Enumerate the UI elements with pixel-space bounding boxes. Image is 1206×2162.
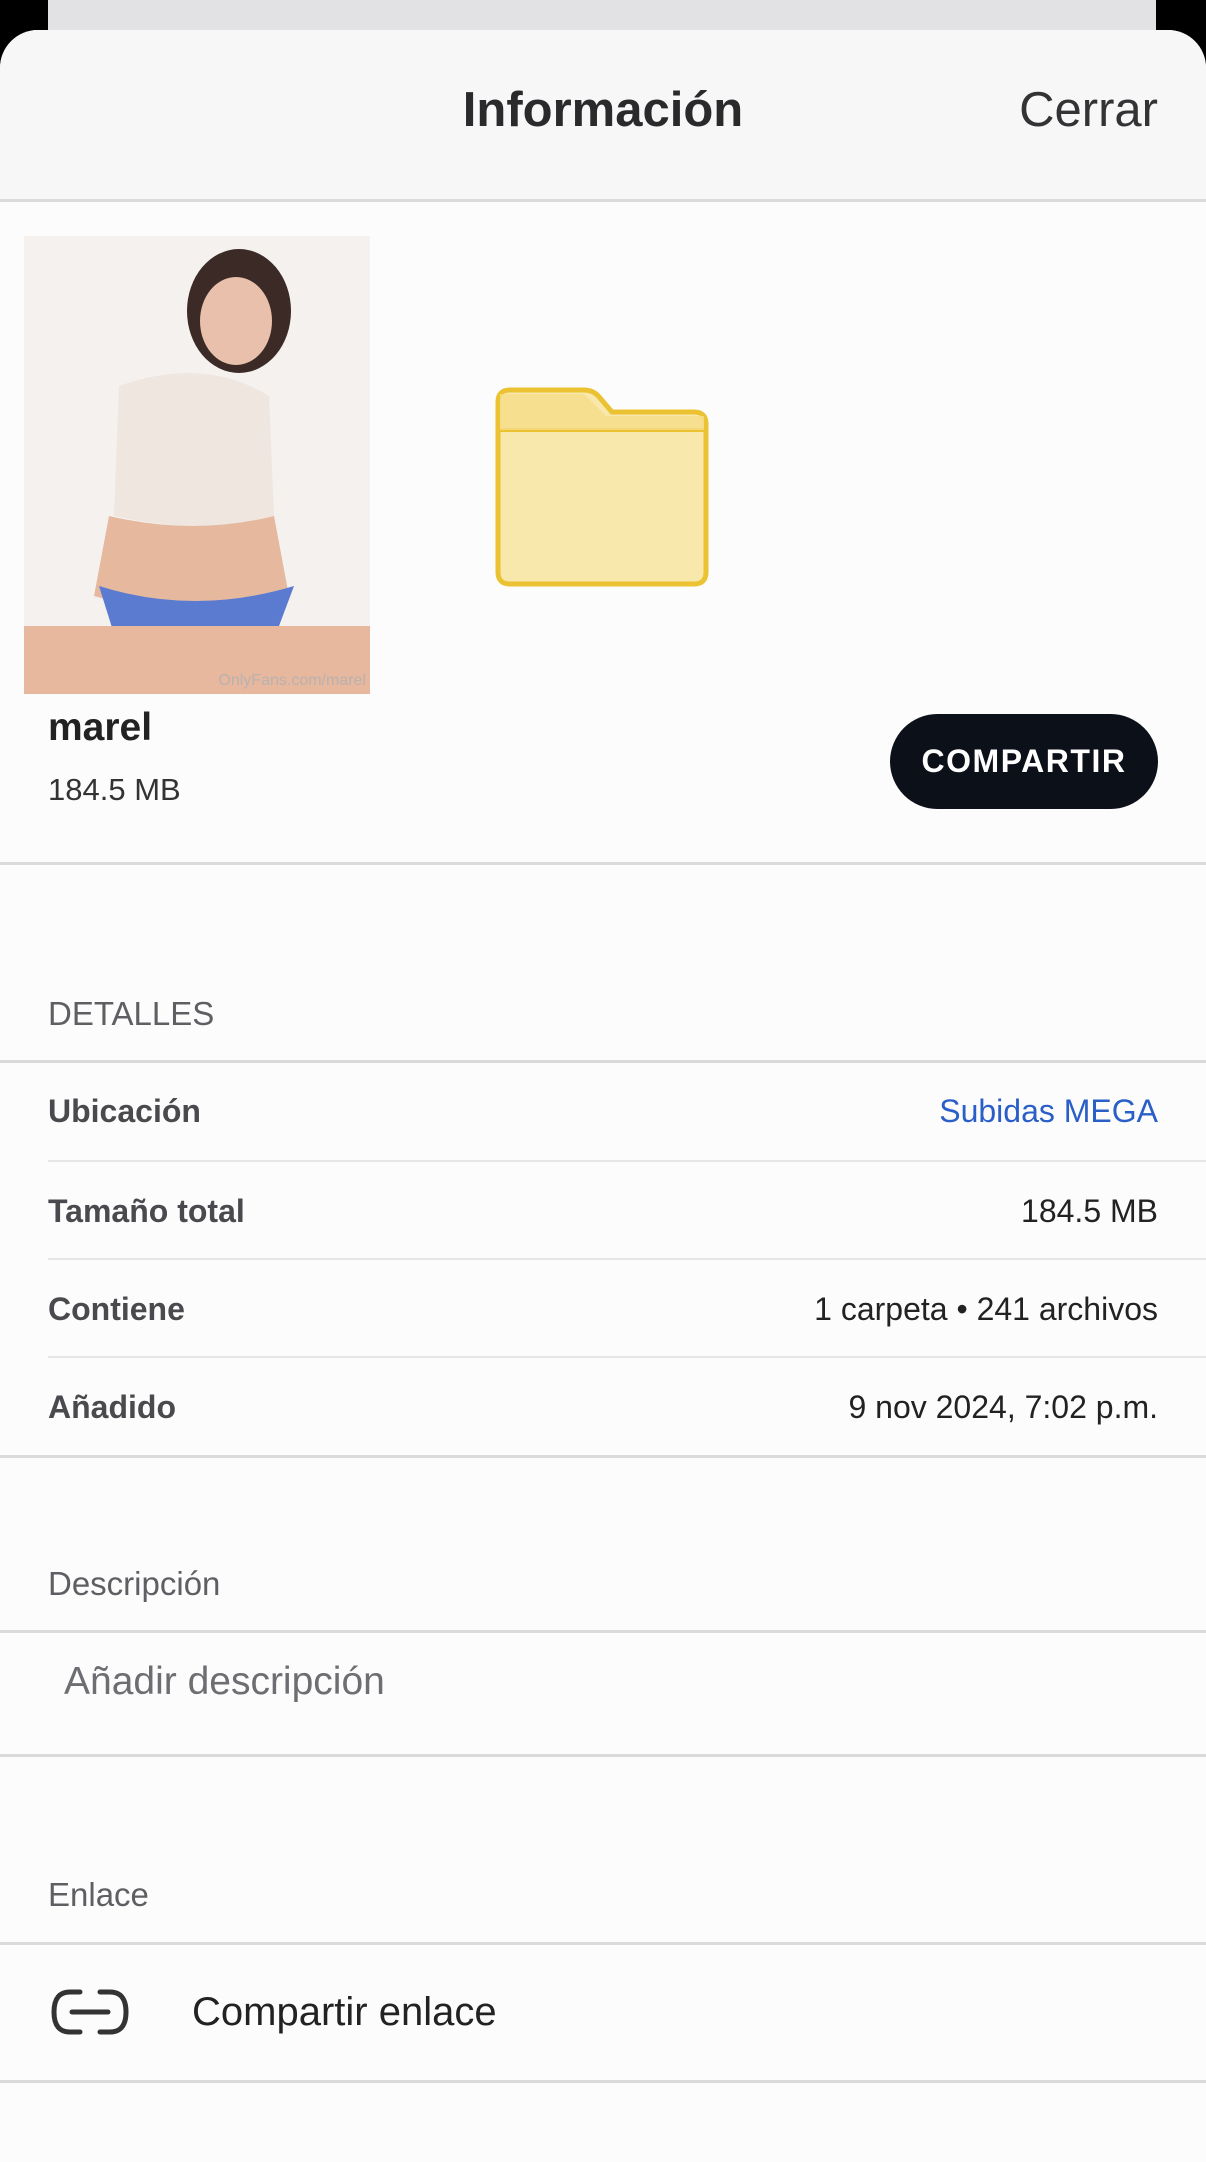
share-link-button[interactable]: Compartir enlace (0, 1946, 1206, 2078)
item-size: 184.5 MB (48, 772, 181, 807)
detail-row-added: Añadido 9 nov 2024, 7:02 p.m. (0, 1358, 1206, 1456)
photo-thumbnail-art (24, 236, 370, 694)
share-link-label: Compartir enlace (192, 1990, 497, 2034)
detail-value: 9 nov 2024, 7:02 p.m. (848, 1389, 1158, 1425)
folder-icon (494, 372, 710, 596)
description-input[interactable] (64, 1660, 1164, 1704)
detail-row-contains: Contiene 1 carpeta • 241 archivos (0, 1260, 1206, 1358)
item-name: marel (48, 706, 153, 749)
link-icon (51, 1989, 129, 2035)
divider (0, 1455, 1206, 1458)
header: Información Cerrar (0, 30, 1206, 202)
item-thumbnail: OnlyFans.com/marel (24, 236, 370, 694)
detail-value: 1 carpeta • 241 archivos (814, 1291, 1158, 1327)
divider (0, 1630, 1206, 1633)
divider (0, 862, 1206, 865)
info-sheet: Información Cerrar OnlyFans.com/marel ma… (0, 30, 1206, 2162)
close-button[interactable]: Cerrar (1019, 82, 1158, 138)
detail-label: Ubicación (48, 1093, 201, 1129)
link-section-title: Enlace (48, 1876, 149, 1913)
detail-row-total-size: Tamaño total 184.5 MB (0, 1162, 1206, 1260)
thumbnail-watermark: OnlyFans.com/marel (218, 672, 366, 689)
detail-label: Añadido (48, 1389, 176, 1425)
divider (0, 2080, 1206, 2083)
detail-row-location[interactable]: Ubicación Subidas MEGA (0, 1062, 1206, 1160)
detail-label: Contiene (48, 1291, 185, 1327)
divider (0, 1754, 1206, 1757)
share-button[interactable]: COMPARTIR (890, 714, 1158, 809)
divider (0, 1942, 1206, 1945)
detail-label: Tamaño total (48, 1193, 245, 1229)
description-section-title: Descripción (48, 1565, 221, 1602)
detail-value: 184.5 MB (1021, 1193, 1158, 1229)
details-section-title: DETALLES (48, 995, 215, 1032)
location-link[interactable]: Subidas MEGA (939, 1062, 1158, 1160)
